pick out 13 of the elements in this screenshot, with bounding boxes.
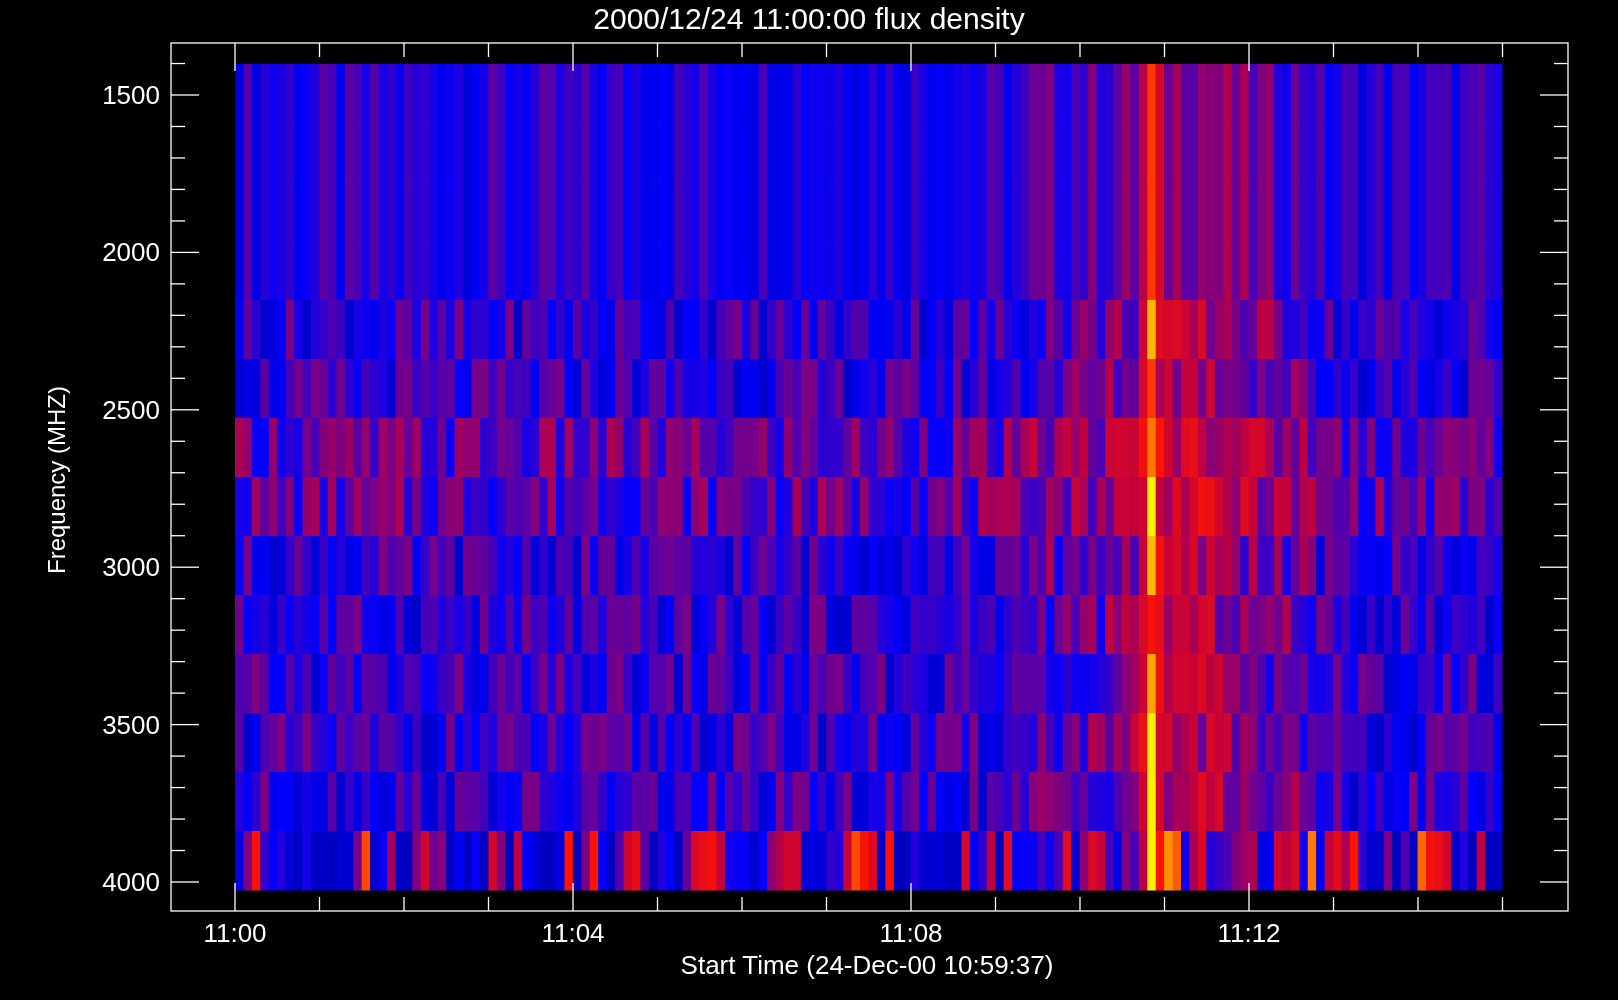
y-tick-label: 3500 [102,709,160,741]
x-tick-label: 11:08 [879,918,943,949]
y-tick-label: 1500 [102,79,160,111]
y-tick-label: 3000 [102,551,160,583]
chart-title: 2000/12/24 11:00:00 flux density [593,2,1025,36]
x-tick-label: 11:04 [541,918,605,949]
x-tick-label: 11:00 [203,918,267,949]
x-tick-label: 11:12 [1217,918,1281,949]
x-axis-label: Start Time (24-Dec-00 10:59:37) [680,950,1054,981]
y-axis-label: Frequency (MHZ) [43,386,71,574]
y-tick-label: 2000 [102,236,160,268]
y-tick-label: 2500 [102,394,160,426]
y-tick-label: 4000 [102,866,160,898]
